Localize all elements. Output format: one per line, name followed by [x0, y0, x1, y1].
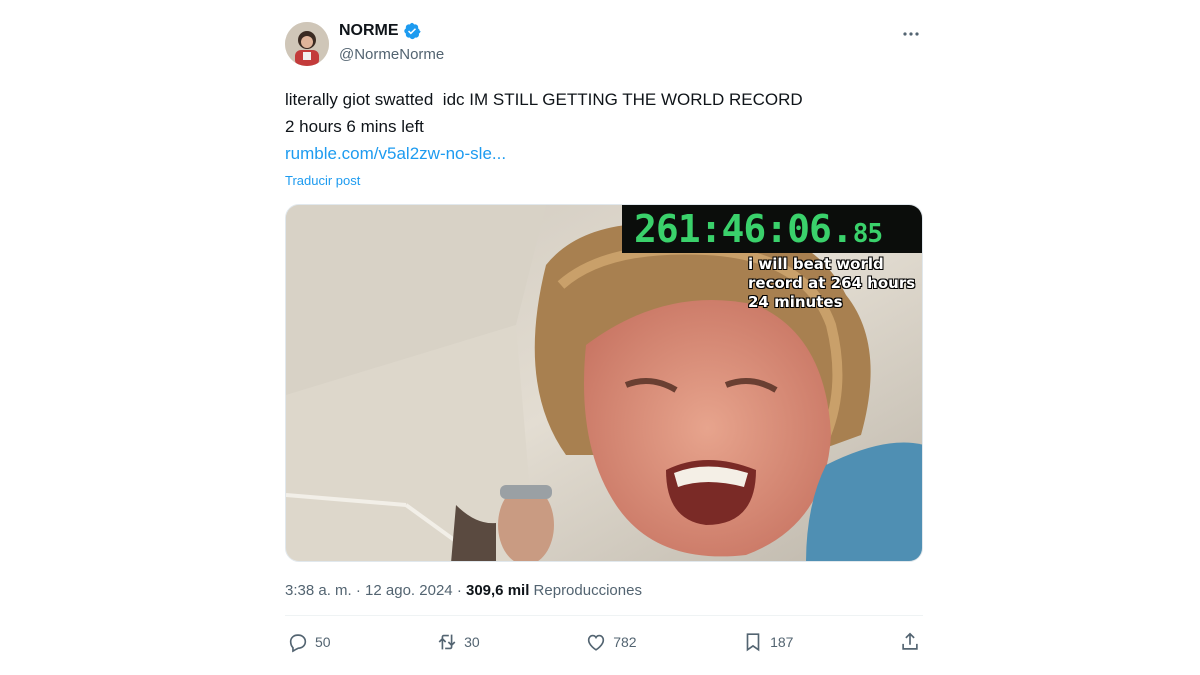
views-count: 309,6 mil: [465, 582, 530, 599]
repost-button[interactable]: 30: [436, 631, 480, 653]
repost-icon: [438, 634, 456, 650]
bookmark-button[interactable]: 187: [742, 631, 793, 653]
reply-count: 50: [315, 634, 331, 650]
tweet-header: NORME @NormeNorme: [285, 18, 923, 70]
like-button[interactable]: 782: [585, 631, 637, 653]
meta-separator: ·: [355, 582, 361, 599]
timer-fraction: 85: [852, 219, 883, 249]
more-options-icon[interactable]: [899, 22, 923, 46]
timer-main: 261:46:06.: [634, 207, 854, 251]
post-date[interactable]: 12 ago. 2024: [365, 582, 453, 599]
display-name[interactable]: NORME: [339, 22, 399, 40]
reply-icon: [289, 634, 307, 653]
media-caption-line: 24 minutes: [748, 293, 843, 311]
stream-timer: 261:46:06.85: [622, 205, 922, 253]
media-caption: i will beat world record at 264 hours 24…: [748, 255, 922, 312]
bookmark-icon: [746, 633, 760, 652]
tweet-text-line: literally giot swatted idc IM STILL GETT…: [285, 90, 803, 109]
post-time[interactable]: 3:38 a. m.: [285, 582, 352, 599]
tweet-meta: 3:38 a. m. · 12 ago. 2024 · 309,6 mil Re…: [285, 582, 923, 599]
bookmark-count: 187: [770, 634, 794, 650]
meta-separator: ·: [456, 582, 462, 599]
reply-button[interactable]: 50: [287, 631, 331, 653]
heart-icon: [588, 634, 605, 651]
handle[interactable]: @NormeNorme: [339, 46, 444, 63]
verified-badge-icon: [403, 22, 421, 40]
tweet-media-image[interactable]: 261:46:06.85 i will beat world record at…: [285, 204, 923, 562]
media-caption-line: i will beat world: [748, 255, 884, 273]
share-icon: [902, 632, 918, 650]
action-bar: 50 30 782 187: [285, 616, 923, 668]
media-caption-line: record at 264 hours: [748, 274, 916, 292]
like-count: 782: [613, 634, 637, 650]
tweet-link[interactable]: rumble.com/v5al2zw-no-sle...: [285, 140, 923, 167]
avatar[interactable]: [285, 22, 329, 66]
tweet-text: literally giot swatted idc IM STILL GETT…: [285, 86, 923, 167]
tweet-text-line: 2 hours 6 mins left: [285, 117, 424, 136]
share-button[interactable]: [899, 631, 921, 653]
translate-post-link[interactable]: Traducir post: [285, 173, 923, 188]
views-label[interactable]: Reproducciones: [534, 582, 642, 599]
repost-count: 30: [464, 634, 480, 650]
name-row: NORME: [339, 22, 421, 40]
tweet-card: NORME @NormeNorme literally giot swatted…: [285, 18, 923, 668]
